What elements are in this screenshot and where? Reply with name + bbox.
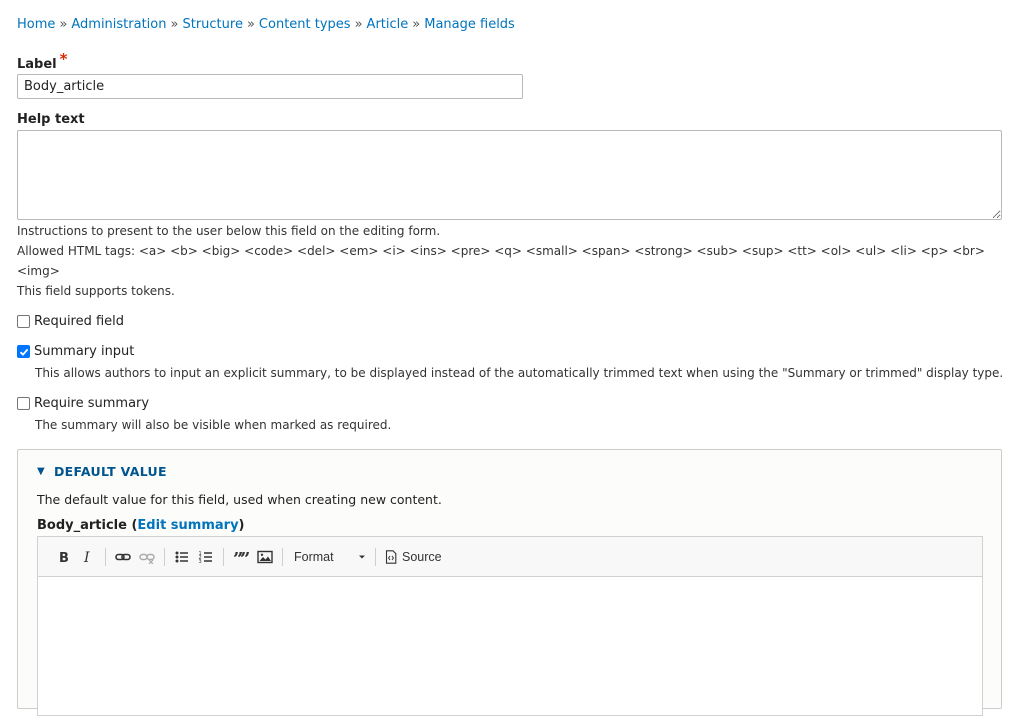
editor-toolbar: B I 123 ”” [38,537,982,577]
default-value-toggle[interactable]: ▼ DEFAULT VALUE [37,464,167,479]
format-dropdown[interactable]: Format [288,545,370,569]
breadcrumb-separator: » [412,17,421,32]
required-marker: * [59,50,68,68]
required-field-checkbox[interactable] [17,315,30,328]
numbered-list-button[interactable]: 123 [194,545,218,569]
bold-button[interactable]: B [52,545,76,569]
default-value-description: The default value for this field, used w… [37,492,442,507]
source-button[interactable]: Source [381,550,446,564]
numbered-list-icon: 123 [199,551,212,564]
edit-summary-link[interactable]: Edit summary [137,518,238,533]
bulleted-list-button[interactable] [170,545,194,569]
editor-label: Body_article (Edit summary) [37,518,245,533]
breadcrumb: Home» Administration» Structure» Content ty… [17,17,515,32]
format-dropdown-label: Format [294,549,334,564]
editor-field-name: Body_article [37,518,127,533]
help-text-description: Instructions to present to the user belo… [17,224,441,238]
breadcrumb-structure[interactable]: Structure [182,17,242,32]
unlink-icon [139,553,155,564]
bulleted-list-icon [175,551,188,562]
svg-text:I: I [83,550,90,564]
label-input[interactable] [17,74,523,99]
image-icon [257,550,273,563]
breadcrumb-separator: » [354,17,363,32]
triangle-down-icon: ▼ [37,466,45,477]
toolbar-divider [375,547,376,566]
blockquote-button[interactable]: ”” [229,545,253,569]
italic-icon: I [83,550,90,564]
require-summary-checkbox-row[interactable]: Require summary [17,396,149,411]
breadcrumb-administration[interactable]: Administration [71,17,166,32]
blockquote-icon: ”” [233,550,249,564]
dropdown-arrow-icon [359,555,365,558]
label-field-title: Label * [17,50,68,72]
default-value-details: ▼ DEFAULT VALUE The default value for th… [17,449,1002,716]
summary-input-checkbox-row[interactable]: Summary input [17,344,134,359]
breadcrumb-separator: » [59,17,68,32]
breadcrumb-separator: » [170,17,179,32]
image-button[interactable] [253,545,277,569]
link-button[interactable] [111,545,135,569]
require-summary-label: Require summary [34,396,150,411]
required-field-checkbox-row[interactable]: Required field [17,314,124,329]
allowed-html-tags-continued: <img> [17,264,60,278]
breadcrumb-separator: » [246,17,255,32]
help-text-label: Help text [17,112,85,127]
summary-input-description: This allows authors to input an explicit… [35,366,1004,380]
required-field-label: Required field [34,314,125,329]
link-icon [115,553,131,560]
source-icon [385,549,397,564]
checkmark-icon [19,348,28,356]
summary-input-checkbox[interactable] [17,345,30,358]
svg-text:”: ” [240,550,249,564]
toolbar-divider [282,547,283,566]
rich-text-editor: B I 123 ”” [37,536,983,716]
require-summary-checkbox[interactable] [17,397,30,410]
toolbar-divider [223,547,224,566]
label-field-label: Label [17,57,57,72]
bold-icon: B [59,551,69,564]
allowed-html-tags: Allowed HTML tags: <a> <b> <big> <code> … [17,244,985,258]
breadcrumb-home[interactable]: Home [17,17,55,32]
unlink-button[interactable] [135,545,159,569]
editor-content-area[interactable] [38,577,982,716]
italic-button[interactable]: I [76,545,100,569]
toolbar-divider [164,547,165,566]
source-label: Source [402,549,442,564]
tokens-note: This field supports tokens. [17,284,175,298]
default-value-title: DEFAULT VALUE [54,464,167,479]
svg-text:B: B [59,551,69,564]
breadcrumb-content-types[interactable]: Content types [259,17,351,32]
toolbar-divider [105,547,106,566]
summary-input-label: Summary input [34,344,135,359]
breadcrumb-manage-fields[interactable]: Manage fields [424,17,515,32]
breadcrumb-article[interactable]: Article [367,17,409,32]
help-text-textarea[interactable] [17,130,1002,220]
svg-text:3: 3 [199,559,202,564]
require-summary-description: The summary will also be visible when ma… [35,418,392,432]
